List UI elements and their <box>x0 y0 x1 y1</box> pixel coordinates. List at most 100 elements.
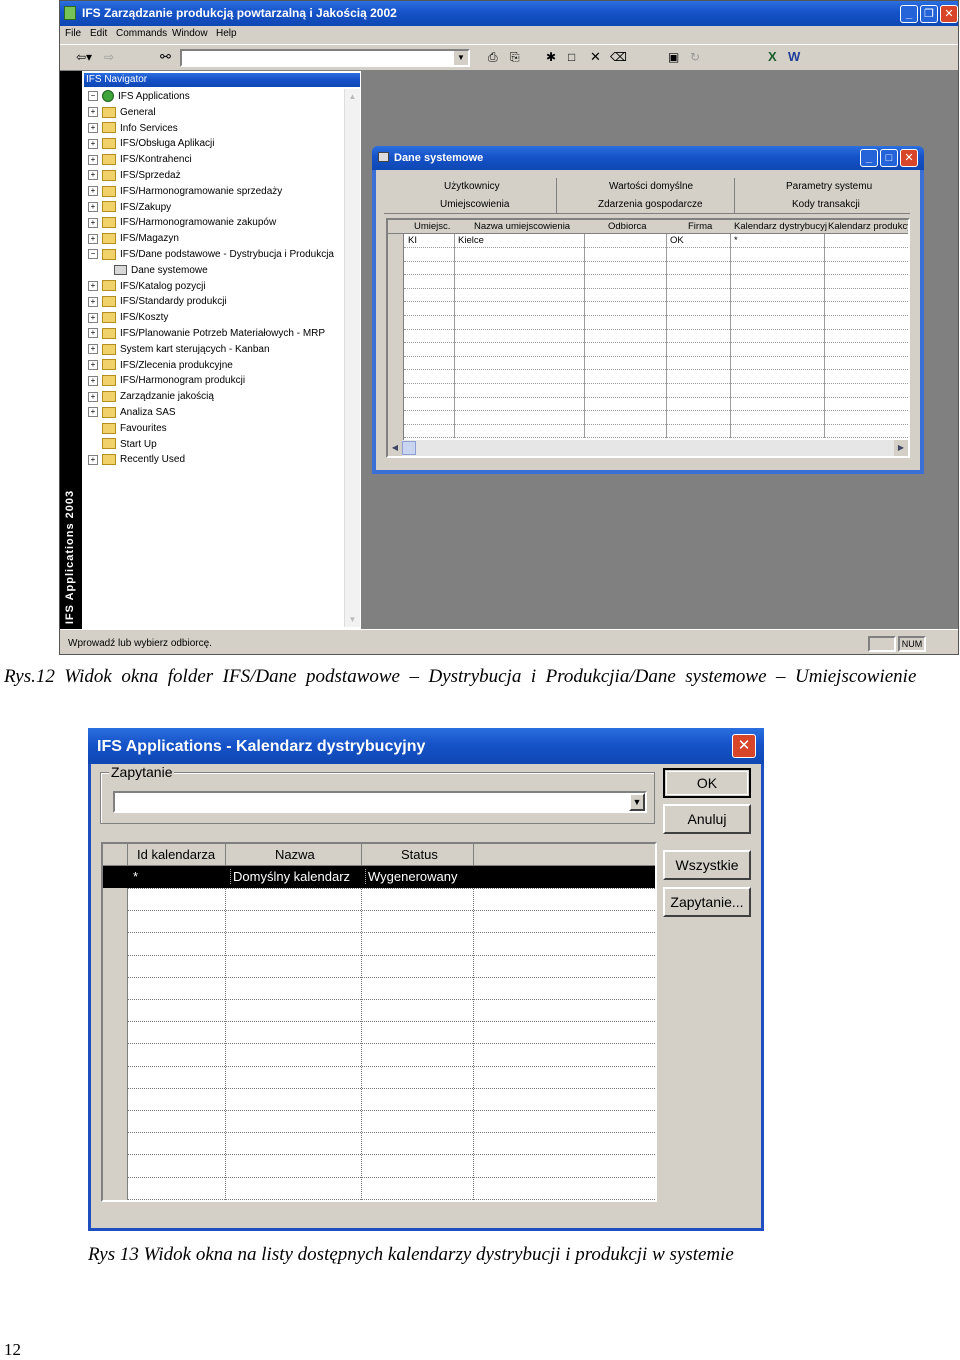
tree-item[interactable]: + Recently Used <box>88 452 185 468</box>
tree-item[interactable]: + System kart sterujących - Kanban <box>88 342 270 358</box>
tree-item[interactable]: + IFS/Planowanie Potrzeb Materiałowych - … <box>88 326 325 342</box>
cell-nazwa[interactable]: Kielce <box>458 235 484 246</box>
menu-edit[interactable]: Edit <box>90 28 107 39</box>
table-row-selected[interactable]: * Domyślny kalendarz Wygenerowany <box>103 866 655 888</box>
print-icon[interactable]: ⎙ <box>488 50 498 65</box>
tree-item[interactable]: + IFS/Sprzedaż <box>88 168 181 184</box>
tree-item[interactable]: + General <box>88 105 156 121</box>
tree-item[interactable]: + IFS/Zakupy <box>88 200 171 216</box>
menu-commands[interactable]: Commands <box>116 28 167 39</box>
navigator-scrollbar[interactable]: ▲ ▼ <box>344 89 360 627</box>
address-combo[interactable]: ▼ <box>180 49 470 67</box>
minimize-icon[interactable]: _ <box>900 5 918 23</box>
child-maximize-icon[interactable]: □ <box>880 149 898 167</box>
tree-item[interactable]: + Info Services <box>88 121 178 137</box>
refresh-icon[interactable]: ↻ <box>690 50 700 64</box>
expand-icon[interactable]: + <box>88 217 98 228</box>
col-status[interactable]: Status <box>401 847 438 862</box>
ok-button[interactable]: OK <box>663 768 751 798</box>
expand-icon[interactable]: + <box>88 296 98 307</box>
scroll-right-icon[interactable]: ▶ <box>894 440 908 456</box>
tree-item[interactable]: + Zarządzanie jakością <box>88 389 214 405</box>
zapytanie-button[interactable]: Zapytanie... <box>663 887 751 917</box>
tree-item[interactable]: − IFS/Dane podstawowe - Dystrybucja i Pro… <box>88 247 334 263</box>
expand-icon[interactable]: + <box>88 454 98 465</box>
tab-kody-transakcji[interactable]: Kody transakcji <box>792 199 860 210</box>
expand-icon[interactable]: + <box>88 107 98 118</box>
tree-item[interactable]: + IFS/Koszty <box>88 310 168 326</box>
tree-item[interactable]: Dane systemowe <box>114 263 208 279</box>
new-record-icon[interactable]: ✱ <box>546 50 556 64</box>
tree-item[interactable]: + IFS/Harmonogram produkcji <box>88 373 245 389</box>
cell-firma[interactable]: OK <box>670 235 684 246</box>
combo-arrow-icon[interactable]: ▼ <box>454 51 468 65</box>
print-preview-icon[interactable]: ⎘ <box>510 50 520 65</box>
find-binoculars-icon[interactable]: ⚯ <box>160 49 171 65</box>
cell-id-kalendarza[interactable]: * <box>133 869 138 884</box>
scroll-thumb[interactable] <box>402 441 416 455</box>
expand-icon[interactable]: + <box>88 138 98 149</box>
scroll-down-icon[interactable]: ▼ <box>345 612 360 627</box>
dialog-close-icon[interactable]: ✕ <box>732 734 756 758</box>
table-row[interactable]: KI Kielce OK * <box>404 234 908 247</box>
tree-item[interactable]: + IFS/Katalog pozycji <box>88 279 206 295</box>
tab-umiejscowienia[interactable]: Umiejscowienia <box>440 199 509 210</box>
tree-item[interactable]: + IFS/Obsługa Aplikacji <box>88 136 215 152</box>
expand-icon[interactable]: + <box>88 312 98 323</box>
col-odbiorca[interactable]: Odbiorca <box>608 221 647 232</box>
expand-icon[interactable]: + <box>88 122 98 133</box>
tree-item[interactable]: + Analiza SAS <box>88 405 176 421</box>
tab-parametry-systemu[interactable]: Parametry systemu <box>786 181 872 192</box>
expand-icon[interactable]: + <box>88 186 98 197</box>
col-nazwa-umiejscowienia[interactable]: Nazwa umiejscowienia <box>474 221 570 232</box>
save-icon[interactable]: ▣ <box>668 50 679 64</box>
anuluj-button[interactable]: Anuluj <box>663 804 751 834</box>
child-close-icon[interactable]: ✕ <box>900 149 918 167</box>
col-nazwa[interactable]: Nazwa <box>275 847 315 862</box>
expand-icon[interactable]: + <box>88 280 98 291</box>
col-kalendarz-produkcyjny[interactable]: Kalendarz produkcy <box>828 221 908 232</box>
scroll-left-icon[interactable]: ◀ <box>388 440 402 456</box>
expand-icon[interactable]: + <box>88 328 98 339</box>
forward-arrow-icon[interactable]: ⇨ <box>104 50 114 64</box>
col-umiejsc[interactable]: Umiejsc. <box>414 221 450 232</box>
zapytanie-combo[interactable]: ▼ <box>113 791 647 813</box>
col-kalendarz-dystrybucyjny[interactable]: Kalendarz dystrybucyj <box>734 221 827 232</box>
tree-item[interactable]: +Favourites <box>88 421 167 437</box>
menu-help[interactable]: Help <box>216 28 237 39</box>
cell-nazwa-kalendarza[interactable]: Domyślny kalendarz <box>230 869 350 884</box>
menu-window[interactable]: Window <box>172 28 208 39</box>
scroll-up-icon[interactable]: ▲ <box>345 89 360 104</box>
tree-item[interactable]: + IFS/Kontrahenci <box>88 152 192 168</box>
erase-icon[interactable]: ⌫ <box>610 50 627 64</box>
expand-icon[interactable]: + <box>88 375 98 386</box>
expand-icon[interactable]: + <box>88 201 98 212</box>
cell-status[interactable]: Wygenerowany <box>365 869 457 884</box>
tab-uzytkownicy[interactable]: Użytkownicy <box>444 181 500 192</box>
word-icon[interactable]: W <box>788 49 800 64</box>
back-arrow-icon[interactable]: ⇦▾ <box>76 50 92 64</box>
col-id-kalendarza[interactable]: Id kalendarza <box>137 847 215 862</box>
expand-icon[interactable]: − <box>88 249 98 260</box>
excel-icon[interactable]: X <box>768 49 777 64</box>
cell-kalendarz-dystr[interactable]: * <box>734 235 738 246</box>
tree-item[interactable]: + IFS/Harmonogramowanie sprzedaży <box>88 184 282 200</box>
grid-hscrollbar[interactable]: ◀ ▶ <box>388 440 908 456</box>
child-minimize-icon[interactable]: _ <box>860 149 878 167</box>
restore-icon[interactable]: ❐ <box>920 5 938 23</box>
col-firma[interactable]: Firma <box>688 221 712 232</box>
tree-root[interactable]: − IFS Applications <box>88 89 190 105</box>
tab-zdarzenia-gospodarcze[interactable]: Zdarzenia gospodarcze <box>598 199 703 210</box>
expand-icon[interactable]: + <box>88 359 98 370</box>
expand-icon[interactable]: + <box>88 391 98 402</box>
tree-item[interactable]: + IFS/Standardy produkcji <box>88 294 227 310</box>
expand-icon[interactable]: + <box>88 233 98 244</box>
expand-icon[interactable]: + <box>88 407 98 418</box>
expand-icon[interactable]: + <box>88 344 98 355</box>
expand-icon[interactable]: + <box>88 170 98 181</box>
zapytanie-dropdown-icon[interactable]: ▼ <box>629 793 645 811</box>
tree-item[interactable]: + IFS/Zlecenia produkcyjne <box>88 358 233 374</box>
tree-item[interactable]: +Start Up <box>88 437 157 453</box>
tree-item[interactable]: + IFS/Magazyn <box>88 231 179 247</box>
tab-wartosci-domyslne[interactable]: Wartości domyślne <box>609 181 693 192</box>
